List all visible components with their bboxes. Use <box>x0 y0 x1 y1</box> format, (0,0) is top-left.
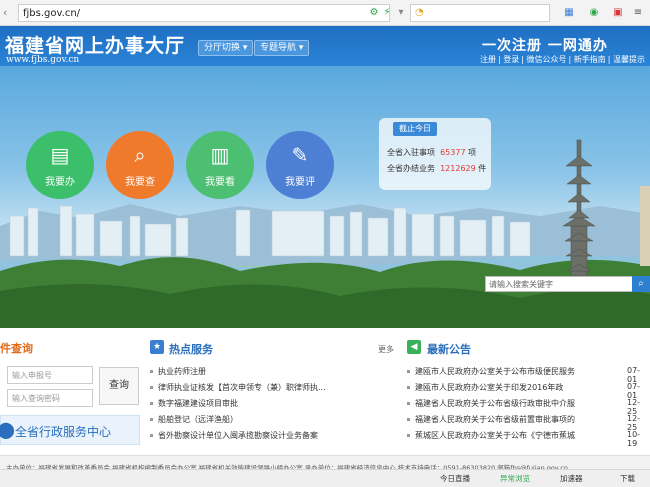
service-center-label: 全省行政服务中心 <box>15 425 112 439</box>
back-icon[interactable]: ‹ <box>3 6 17 20</box>
topic-nav-button[interactable]: 专题导航 ▾ <box>254 40 310 56</box>
hot-item[interactable]: 船舶登记（远洋渔船） <box>158 414 238 425</box>
status-download[interactable]: 下载 <box>620 473 635 484</box>
browser-toolbar: ‹ fjbs.gov.cn/ ⚙ ⚡ ▾ ◔ ▦ ◉ ▣ ≡ <box>0 0 650 26</box>
view-label: 我要看 <box>205 177 235 188</box>
announcement-icon: ◀ <box>407 340 421 354</box>
search-icon[interactable]: ⌕ <box>632 276 650 292</box>
register-link[interactable]: 注册 <box>480 55 496 64</box>
bullet <box>150 386 153 389</box>
news-item[interactable]: 建瓯市人民政府办公室关于公布市级便民服务 <box>415 366 575 377</box>
do-business-label: 我要办 <box>45 177 75 188</box>
search-engine-icon: ◔ <box>415 7 424 18</box>
address-bar[interactable]: fjbs.gov.cn/ <box>18 4 390 22</box>
stats-row-completed: 全省办结业务 1212629 件 <box>387 164 487 173</box>
bullet <box>407 434 410 437</box>
do-business-button[interactable]: ▤ 我要办 <box>26 131 94 199</box>
hot-item[interactable]: 律师执业证核发【首次申领专（兼）职律师执... <box>158 382 326 393</box>
menu-icon[interactable]: ≡ <box>632 7 644 19</box>
stats-heading: 截止今日 <box>393 122 437 136</box>
bullet <box>407 402 410 405</box>
status-accelerator[interactable]: 加速器 <box>560 473 583 484</box>
news-date: 10-19 <box>627 430 641 448</box>
report-number-input[interactable]: 输入申报号 <box>7 366 93 384</box>
slogan: 一次注册 一网通办 <box>482 38 608 54</box>
bullet <box>407 386 410 389</box>
bullet <box>407 418 410 421</box>
query-label: 我要查 <box>125 177 155 188</box>
browser-search-input[interactable]: ◔ <box>410 4 550 22</box>
bullet <box>150 402 153 405</box>
star-icon: ★ <box>150 340 164 354</box>
news-title: 最新公告 <box>427 343 471 356</box>
site-url: www.fjbs.gov.cn <box>6 55 80 65</box>
edit-icon: ✎ <box>291 143 309 167</box>
evaluate-button[interactable]: ✎ 我要评 <box>266 131 334 199</box>
address-text: fjbs.gov.cn/ <box>23 8 81 19</box>
status-abnormal[interactable]: 异常浏览 <box>500 473 530 484</box>
search-placeholder: 请输入搜索关键字 <box>489 280 553 289</box>
grid-icon[interactable]: ▦ <box>563 7 575 19</box>
evaluate-label: 我要评 <box>285 177 315 188</box>
hot-item[interactable]: 省外勘察设计单位入闽承揽勘察设计业务备案 <box>158 430 318 441</box>
query-button[interactable]: ⌕ 我要查 <box>106 131 174 199</box>
shield-icon[interactable]: ⚙ <box>368 7 380 19</box>
hot-item[interactable]: 执业药师注册 <box>158 366 206 377</box>
news-item[interactable]: 福建省人民政府关于公布省级行政审批中介服 <box>415 398 575 409</box>
view-button[interactable]: ▥ 我要看 <box>186 131 254 199</box>
book-icon: ▥ <box>210 143 230 167</box>
tips-link[interactable]: 温馨提示 <box>613 55 645 64</box>
query-password-input[interactable]: 输入查询密码 <box>7 389 93 407</box>
location-pin-icon: ⬤ <box>0 420 15 439</box>
stats-row-items: 全省入驻事项 65377 项 <box>387 148 477 157</box>
site-header: 福建省网上办事大厅 www.fjbs.gov.cn 分厅切换 ▾ 专题导航 ▾ … <box>0 26 650 66</box>
wechat-link[interactable]: 微信公众号 <box>527 55 567 64</box>
more-link[interactable]: 更多 <box>378 344 394 355</box>
guide-link[interactable]: 新手指南 <box>574 55 606 64</box>
hall-switch-button[interactable]: 分厅切换 ▾ <box>198 40 254 56</box>
query-section-title: 件查询 <box>0 342 33 355</box>
bullet <box>150 434 153 437</box>
news-item[interactable]: 蕉城区人民政府办公室关于公布《宁德市蕉城 <box>415 430 575 441</box>
magnifier-icon: ⌕ <box>134 143 146 167</box>
chevron-down-icon[interactable]: ▾ <box>395 7 407 19</box>
service-center-link[interactable]: ⬤ 全省行政服务中心 <box>0 415 140 445</box>
site-search-input[interactable]: 请输入搜索关键字 <box>485 276 650 292</box>
bullet <box>407 370 410 373</box>
query-submit-button[interactable]: 查询 <box>99 367 139 405</box>
bullet <box>150 370 153 373</box>
login-link[interactable]: 登录 <box>503 55 519 64</box>
news-item[interactable]: 建瓯市人民政府办公室关于印发2016年政 <box>415 382 563 393</box>
briefcase-icon: ▤ <box>50 143 70 167</box>
hero-banner: ▤ 我要办 ⌕ 我要查 ▥ 我要看 ✎ 我要评 截止今日 全省入驻事项 6537… <box>0 66 650 328</box>
browser-status-bar: 今日直播 异常浏览 加速器 下载 <box>0 469 650 487</box>
hot-item[interactable]: 数字福建建设项目审批 <box>158 398 238 409</box>
status-live[interactable]: 今日直播 <box>440 473 470 484</box>
bullet <box>150 418 153 421</box>
hot-services-title: 热点服务 <box>169 343 213 356</box>
lightning-icon[interactable]: ⚡ <box>381 7 393 19</box>
translate-icon[interactable]: ▣ <box>612 7 624 19</box>
news-item[interactable]: 福建省人民政府关于公布省级前置审批事项的 <box>415 414 575 425</box>
security-icon[interactable]: ◉ <box>588 7 600 19</box>
header-links: 注册 | 登录 | 微信公众号 | 新手指南 | 温馨提示 <box>480 55 645 64</box>
stats-panel: 截止今日 全省入驻事项 65377 项 全省办结业务 1212629 件 <box>379 118 491 190</box>
site-title[interactable]: 福建省网上办事大厅 <box>5 31 185 58</box>
